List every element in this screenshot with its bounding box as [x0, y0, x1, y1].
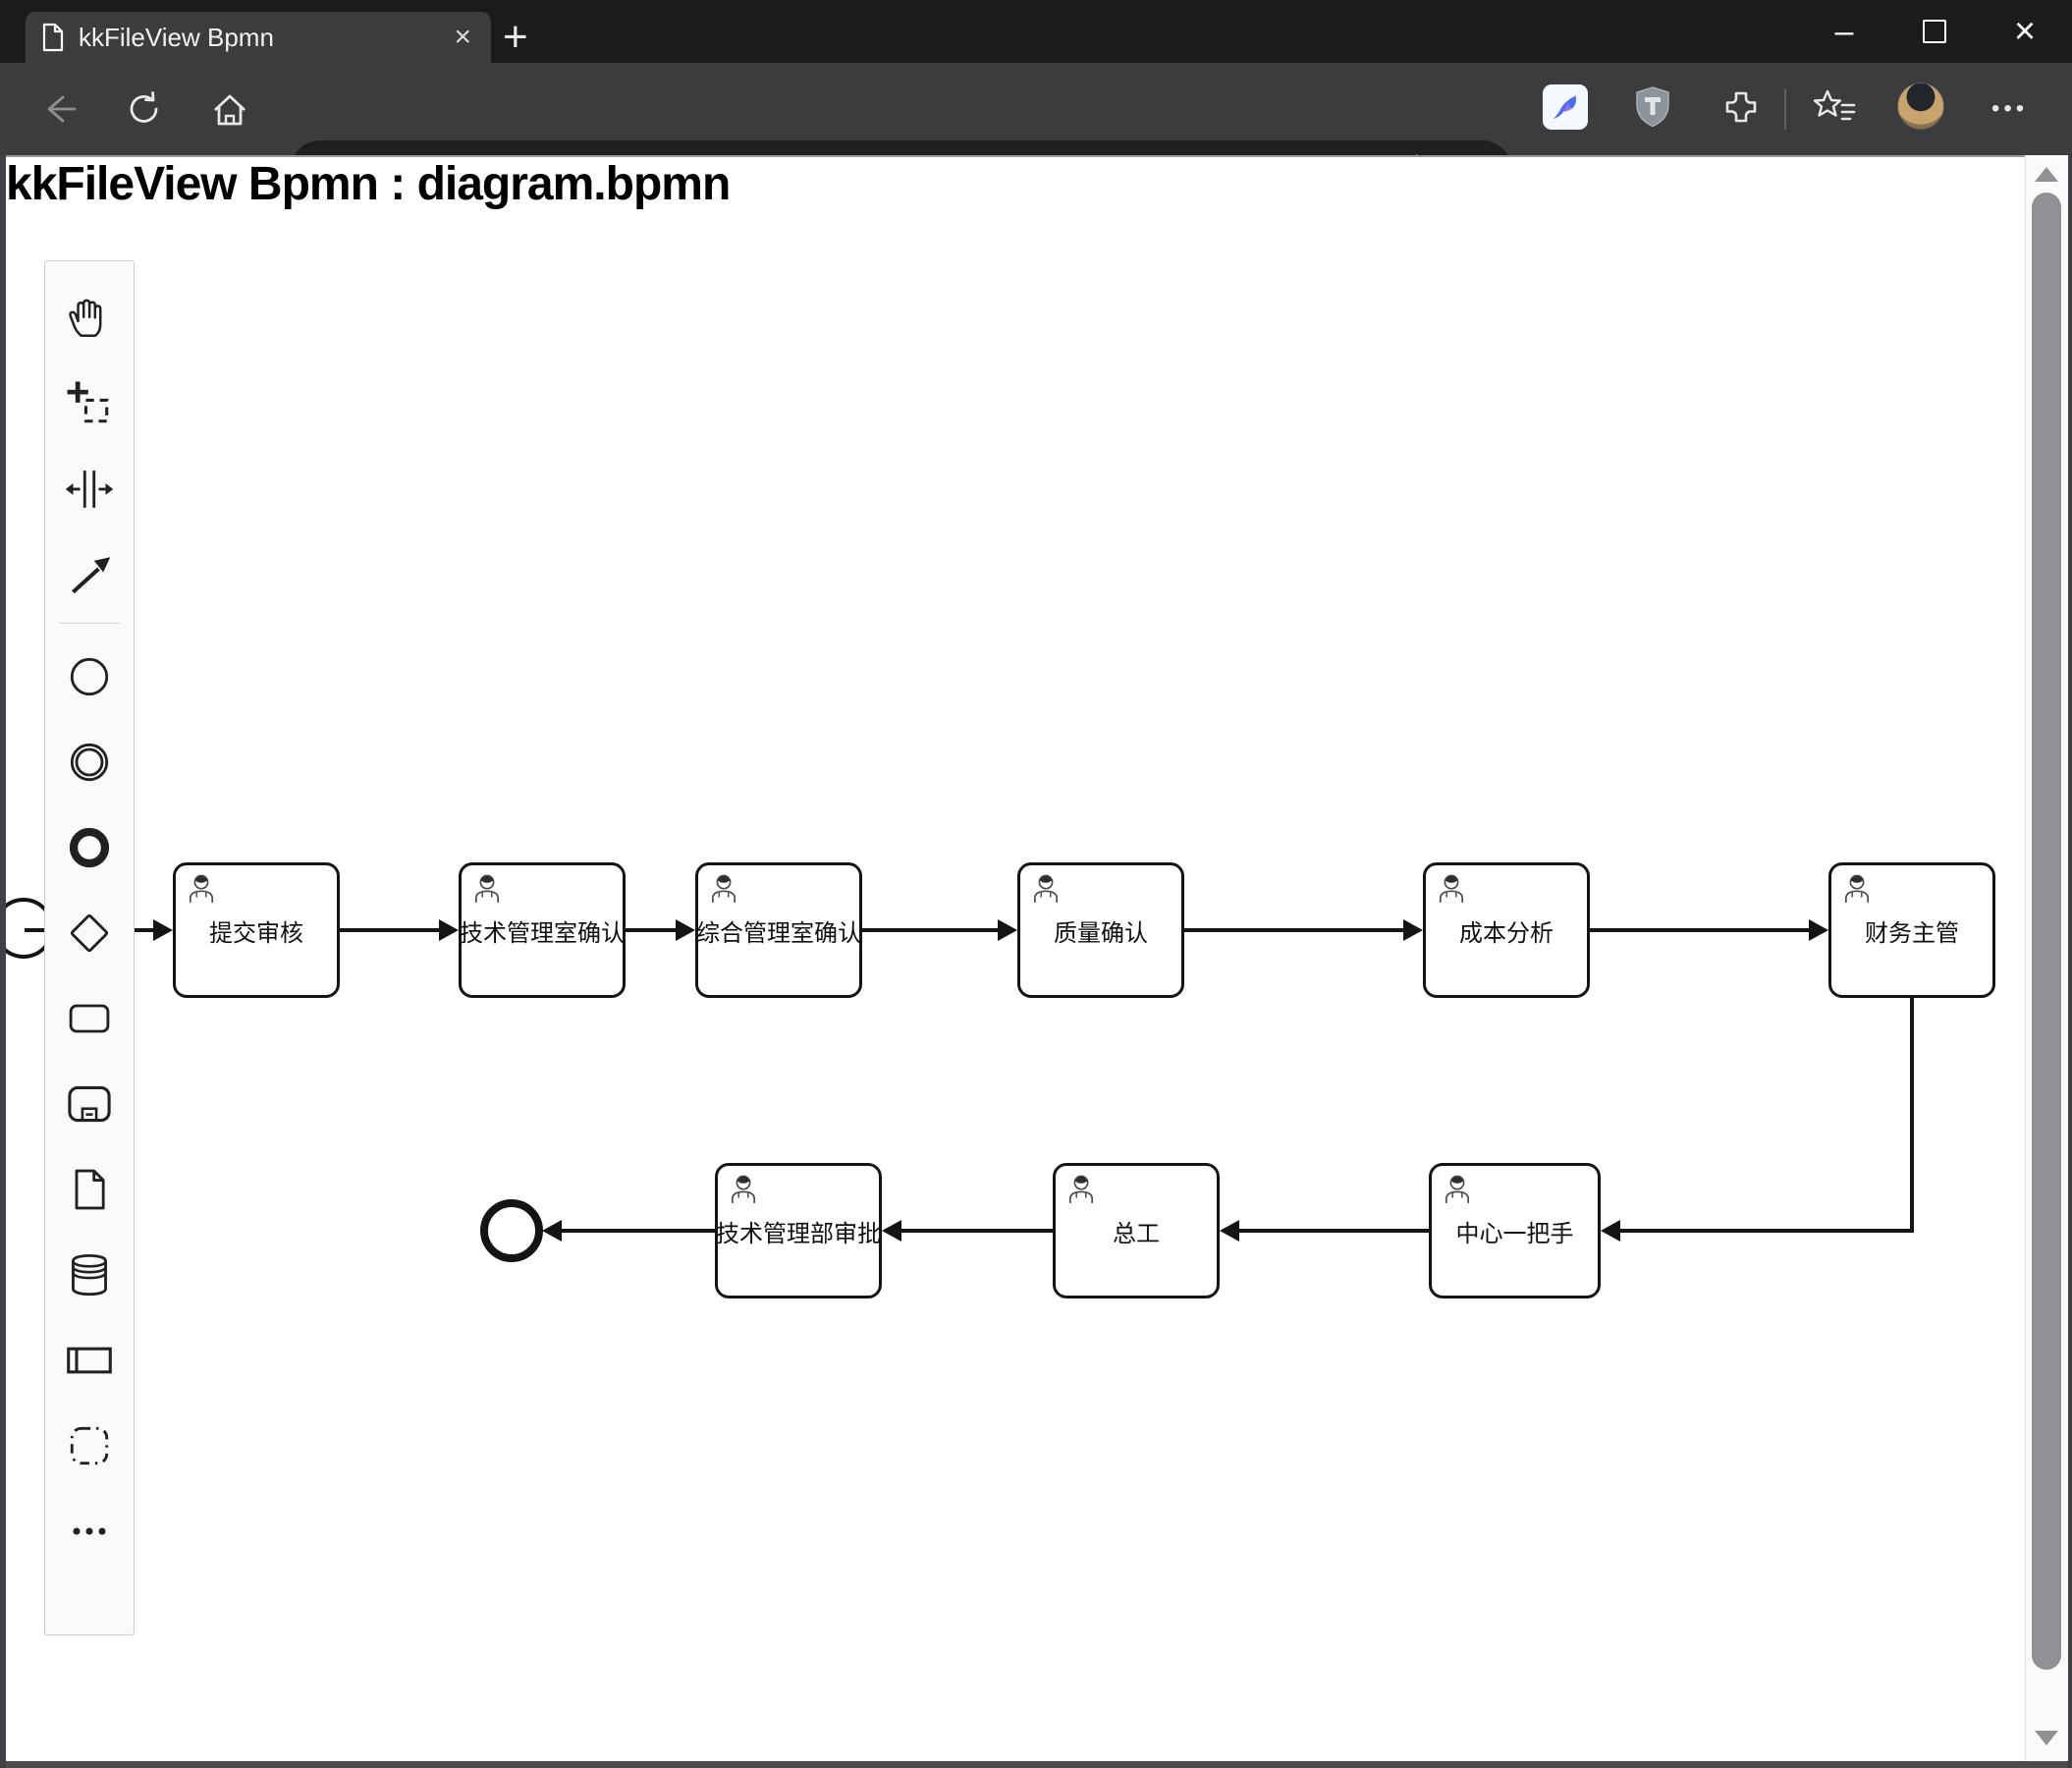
sequence-flow: [862, 928, 998, 932]
extension-bird-icon[interactable]: [1543, 84, 1588, 130]
toolbar-divider: [1784, 88, 1786, 130]
horizontal-scrollbar[interactable]: [0, 1761, 2072, 1768]
user-task-icon: [185, 872, 218, 911]
bpmn-canvas[interactable]: 提交审核 技术管理室确认 综合管理室确认 质量确认 成本分析 财务主管 技术管理…: [0, 155, 2025, 1761]
sequence-flow: [1620, 1229, 1914, 1233]
palette-create-group[interactable]: [44, 1403, 135, 1488]
task-label: 中心一把手: [1455, 1220, 1574, 1247]
new-tab-button[interactable]: +: [503, 14, 528, 61]
tampermonkey-shield-icon[interactable]: [1630, 84, 1675, 130]
vertical-scrollbar-thumb[interactable]: [2032, 193, 2061, 1670]
palette-create-gateway[interactable]: [44, 890, 135, 975]
sequence-flow-arrowhead: [998, 919, 1017, 941]
back-button[interactable]: [37, 88, 79, 130]
user-task-icon: [1064, 1173, 1098, 1211]
sequence-flow-arrowhead: [882, 1220, 901, 1242]
browser-window: kkFileView Bpmn × + – × https://file.kkv…: [0, 0, 2072, 1768]
palette-hand-tool[interactable]: [44, 275, 135, 360]
palette-create-data-store[interactable]: [44, 1232, 135, 1317]
profile-avatar[interactable]: [1897, 83, 1944, 130]
user-task[interactable]: 综合管理室确认: [695, 862, 862, 998]
task-label: 总工: [1113, 1220, 1160, 1247]
user-task-icon: [1435, 872, 1468, 911]
task-label: 技术管理室确认: [460, 919, 625, 947]
task-label: 成本分析: [1459, 919, 1554, 947]
sequence-flow-arrowhead: [542, 1220, 562, 1242]
sequence-flow-arrowhead: [676, 919, 695, 941]
sequence-flow: [901, 1229, 1053, 1233]
user-task[interactable]: 质量确认: [1017, 862, 1184, 998]
palette-create-intermediate-event[interactable]: [44, 719, 135, 804]
refresh-button[interactable]: [124, 88, 165, 130]
scrollbar-down-arrow[interactable]: [2035, 1731, 2058, 1745]
tab-strip: kkFileView Bpmn × + – ×: [0, 0, 2072, 63]
sequence-flow-arrowhead: [1220, 1220, 1239, 1242]
user-task[interactable]: 成本分析: [1423, 862, 1590, 998]
palette-separator: [59, 623, 120, 624]
user-task[interactable]: 总工: [1053, 1163, 1220, 1298]
document-favicon-icon: [41, 23, 65, 52]
maximize-icon: [1923, 20, 1946, 43]
sequence-flow: [562, 1229, 715, 1233]
task-label: 技术管理部审批: [716, 1220, 881, 1247]
extensions-puzzle-icon[interactable]: [1718, 84, 1764, 130]
user-task-icon: [1840, 872, 1874, 911]
palette-space-tool[interactable]: [44, 446, 135, 531]
user-task[interactable]: 技术管理部审批: [715, 1163, 882, 1298]
sequence-flow: [340, 928, 439, 932]
user-task-icon: [1441, 1173, 1474, 1211]
palette-more-options[interactable]: [44, 1488, 135, 1574]
user-task-icon: [707, 872, 740, 911]
palette-create-participant[interactable]: [44, 1317, 135, 1403]
palette-create-subprocess[interactable]: [44, 1061, 135, 1146]
bpmn-palette: [44, 260, 135, 1635]
home-button[interactable]: [208, 88, 251, 132]
palette-create-data-object[interactable]: [44, 1146, 135, 1232]
user-task[interactable]: 财务主管: [1828, 862, 1995, 998]
window-maximize-button[interactable]: [1895, 0, 1974, 63]
window-close-button[interactable]: ×: [1986, 0, 2064, 63]
sequence-flow: [1910, 998, 1914, 1233]
sequence-flow-arrowhead: [439, 919, 459, 941]
sequence-flow-arrowhead: [153, 919, 173, 941]
collections-icon[interactable]: [1812, 84, 1857, 130]
tab-close-icon[interactable]: ×: [450, 23, 475, 52]
window-left-edge: [0, 155, 6, 1768]
end-event[interactable]: [480, 1199, 543, 1262]
browser-toolbar: https://file.kkview.cn/onlinePreview?url…: [0, 63, 2072, 201]
sequence-flow-arrowhead: [1601, 1220, 1620, 1242]
sequence-flow: [1184, 928, 1403, 932]
user-task[interactable]: 中心一把手: [1429, 1163, 1601, 1298]
sequence-flow: [1239, 1229, 1429, 1233]
palette-create-task[interactable]: [44, 975, 135, 1061]
user-task-icon: [727, 1173, 760, 1211]
settings-ellipsis-icon[interactable]: •••: [1991, 63, 2028, 155]
tab-title: kkFileView Bpmn: [79, 22, 274, 52]
user-task-icon: [470, 872, 504, 911]
scrollbar-up-arrow[interactable]: [2035, 167, 2058, 182]
task-label: 财务主管: [1865, 919, 1959, 947]
window-minimize-button[interactable]: –: [1805, 0, 1883, 63]
sequence-flow-arrowhead: [1403, 919, 1423, 941]
user-task-icon: [1029, 872, 1063, 911]
sequence-flow-arrowhead: [1809, 919, 1828, 941]
task-label: 提交审核: [209, 919, 303, 947]
sequence-flow: [626, 928, 676, 932]
palette-global-connect-tool[interactable]: [44, 531, 135, 617]
tab-kkfileview[interactable]: kkFileView Bpmn ×: [26, 12, 491, 63]
palette-create-start-event[interactable]: [44, 634, 135, 719]
task-label: 质量确认: [1054, 919, 1148, 947]
palette-create-end-event[interactable]: [44, 804, 135, 890]
window-right-edge: [2068, 155, 2072, 1768]
user-task[interactable]: 技术管理室确认: [459, 862, 626, 998]
sequence-flow: [1590, 928, 1809, 932]
task-label: 综合管理室确认: [696, 919, 861, 947]
palette-lasso-tool[interactable]: [44, 360, 135, 446]
user-task[interactable]: 提交审核: [173, 862, 340, 998]
